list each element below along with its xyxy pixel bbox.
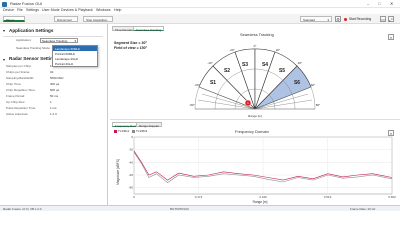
mode-dropdown[interactable]: Landscape 60MHz Portrait 60MHz Landscape… [52,45,98,67]
stop-acquisition-button[interactable]: Stop Acquisition [83,16,113,22]
sensor-row-label: Chirps per Frame: [6,70,31,74]
layout-icon[interactable]: ▭ [380,16,386,22]
seamless-tracking-view: Time Domain Seamless Tracking Seamless T… [110,24,400,120]
menu-user-mode[interactable]: User Mode [42,8,60,13]
y-tick-label: -40 [129,160,134,164]
mode-option-portrait-2ghz[interactable]: Portrait 2GHz [53,61,97,66]
y-tick-label: -20 [129,148,134,152]
status-version: Radar Fusion v2.0 | VB 1.2.0 [3,206,42,211]
angle-label-60: 60° [311,83,316,87]
sensor-row-value: 50 ms [50,94,59,98]
y-tick-label: -80 [129,186,134,190]
maximize-button[interactable]: □ [378,2,380,6]
menu-settings[interactable]: Settings [26,8,39,13]
sensor-row-value: 500 µs [50,88,60,92]
sensor-row-label: Pulse Repetition Time: [6,106,37,110]
sensor-row-value: 300 µs [50,82,60,86]
segment-label-s1: S1 [210,80,216,86]
y-tick-label: -60 [129,173,134,177]
menu-help[interactable]: Help [114,8,121,13]
x-axis-label: Range [m] [253,200,268,204]
y-axis-label: Magnitude [dBFS] [116,159,120,185]
close-button[interactable]: ✕ [390,2,393,6]
menu-devices-playback[interactable]: Devices & Playback [61,8,93,13]
settings-icon[interactable]: ⚙ [335,16,341,22]
x-tick-label: 0.519 [324,195,332,199]
sensor-row-value: 1 [50,100,52,104]
app-logo-icon [2,1,7,7]
sensor-row-label: Up Chirp Flex: [6,100,26,104]
menu-device[interactable]: Device [3,8,14,13]
sensor-row-label: Sampling Bandwidth: [6,76,35,80]
x-tick-label: 0.173 [195,195,203,199]
angle-label-40: 40° [298,61,303,65]
segment-label-s4: S4 [262,62,268,68]
radar-sensor-heading: Radar Sensor Settings [9,56,59,61]
angle-label-0: 0° [254,44,258,48]
status-bar: Radar Fusion v2.0 | VB 1.2.0 BGT60TR13C … [0,205,400,211]
title-bar: Radar Fusion GUI – □ ✕ [0,0,400,8]
minimize-button[interactable]: – [367,2,369,6]
chevron-down-icon: ▾ [327,18,329,22]
sensor-row: Active Antennas: 1 2 3 [6,113,104,119]
disconnect-button[interactable]: Disconnect [54,16,78,22]
record-icon[interactable] [344,18,347,21]
status-device: BGT60TR13C [170,206,190,211]
segment-label-s2: S2 [224,68,230,74]
angle-label-neg20: -20° [229,48,235,52]
fullscreen-icon[interactable]: ⤢ [388,16,394,22]
sensor-rows: Samples per Chirp:128Chirps per Frame:32… [6,65,104,119]
start-recording-button[interactable]: Start Recording [349,17,371,21]
collapse-arrow-icon[interactable]: ▾ [3,58,5,62]
app-settings-heading: Application Settings [9,28,54,33]
menu-file[interactable]: File [17,8,23,13]
sensor-row-value: 1 2 3 [50,112,57,116]
tracking-radar-svg: S1 S2 S3 S4 S5 S6 -80° -60° -40° -20° 0°… [189,44,321,118]
application-select[interactable]: Seamless Tracking ▾ [40,38,78,43]
chevron-down-icon: ▾ [74,39,76,43]
toolbar: Player Disconnect Stop Acquisition Stand… [0,14,400,24]
divider [3,36,103,37]
sensor-row-value: 1 ms [50,106,57,110]
angle-label-neg80: -80° [189,103,195,107]
segment-label-s3: S3 [242,62,248,68]
user-mode-select[interactable]: Standard ▾ [300,16,332,22]
sensor-row-label: Frame Period: [6,94,26,98]
segment-label-s5: S5 [279,68,285,74]
menu-windows[interactable]: Windows [96,8,111,13]
angle-label-20: 20° [276,48,281,52]
angle-label-80: 80° [316,103,321,107]
sensor-row-label: Chirp Repetition Time: [6,88,36,92]
window-title: Radar Fusion GUI [10,1,43,6]
angle-label-neg60: -60° [194,83,200,87]
application-value: Seamless Tracking [42,39,68,43]
status-frame-rate: Frame Rate: 20 Hz [350,206,376,211]
panel-arrow-icon[interactable]: ▾ [3,29,5,33]
x-tick-label: 0 [133,195,135,199]
frequency-domain-view: Frequency Domain Range Doppler Tx1/Rx1 T… [110,120,400,205]
y-tick-label: 0 [131,135,133,139]
user-mode-value: Standard [303,18,316,22]
mode-label: Seamless Tracking Mode: [16,46,51,50]
zoom-icon[interactable]: ⌕ [388,34,394,40]
application-label: Application: [16,38,32,42]
sensor-row-value: 5000 MHz [50,76,64,80]
sensor-row-value: 32 [50,70,54,74]
frequency-chart: 0 -20 -40 -60 -80 0 0.173 0.346 0.519 0.692 Magn… [116,135,396,204]
x-tick-label: 0.692 [388,195,396,199]
range-axis-label: Range [m] [248,114,262,118]
x-tick-label: 0.346 [259,195,267,199]
player-tab[interactable]: Player [3,16,25,22]
sensor-row-label: Active Antennas: [6,112,29,116]
segment-label-s6: S6 [294,80,300,86]
sensor-row-label: Chirp Time: [6,82,22,86]
angle-label-neg40: -40° [207,61,213,65]
sensor-row-label: Samples per Chirp: [6,64,32,68]
